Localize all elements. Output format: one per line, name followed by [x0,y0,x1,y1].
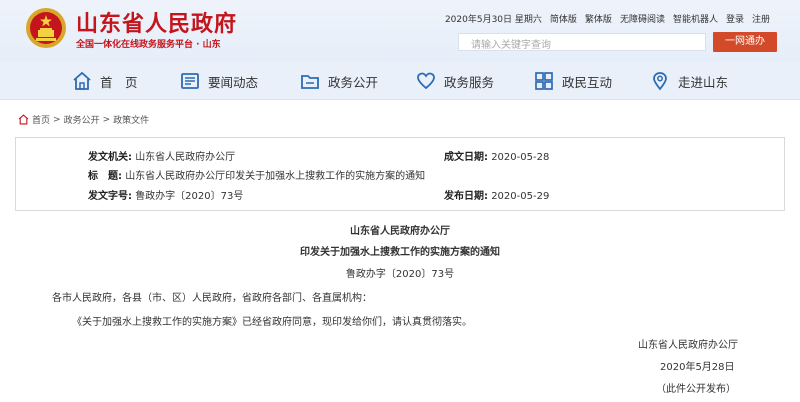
site-title[interactable]: 山东省人民政府 [76,6,237,38]
nav-label: 要闻动态 [208,74,259,90]
title-row: 标 题: 山东省人民政府办公厅印发关于加强水上搜救工作的实施方案的通知 [88,167,425,182]
doc-number: 鲁政办字〔2020〕73号 [345,269,455,280]
document-info-box: 发文机关: 山东省人民政府办公厅 成文日期: 2020-05-28 标 题: 山… [15,137,785,211]
doc-heading-issuer: 山东省人民政府办公厅 [350,226,450,237]
nav-label: 走进山东 [678,74,729,90]
doc-body-paragraph: 《关于加强水上搜救工作的实施方案》已经省政府同意，现印发给你们，请认真贯彻落实。 [72,317,472,328]
breadcrumb-separator: > [53,114,61,125]
nav-item-home[interactable]: 首 页 [72,62,138,100]
top-utility-bar: 2020年5月30日 星期六 简体版 繁体版 无障碍阅读 智能机器人 登录 注册 [445,12,770,25]
interaction-icon [535,72,553,90]
folder-icon [301,75,319,89]
nav-label: 首 页 [100,74,138,90]
date-row: 成文日期: 2020-05-28 [444,148,549,163]
title-value: 山东省人民政府办公厅印发关于加强水上搜救工作的实施方案的通知 [125,171,426,182]
doc-heading-title: 印发关于加强水上搜救工作的实施方案的通知 [300,247,500,258]
nav-item-news[interactable]: 要闻动态 [180,62,258,100]
doc-addressee: 各市人民政府，各县（市、区）人民政府，省政府各部门、各直属机构： [52,293,372,304]
issuer-row: 发文机关: 山东省人民政府办公厅 [88,148,235,163]
site-subtitle: 全国一体化在线政务服务平台 · 山东 [76,40,221,50]
breadcrumb-policy-docs[interactable]: 政策文件 [113,113,149,126]
nav-label: 政务服务 [444,74,495,90]
nav-item-about-shandong[interactable]: 走进山东 [650,62,728,100]
date-label: 成文日期: [444,152,488,163]
heart-icon [417,72,435,90]
home-icon [18,114,29,125]
publish-label: 发布日期: [444,191,488,202]
breadcrumb-home[interactable]: 首页 [32,113,50,126]
accessible-reading-link[interactable]: 无障碍阅读 [620,12,665,25]
robot-link[interactable]: 智能机器人 [673,12,718,25]
search-input[interactable]: 请输入关键字查询 [458,33,706,51]
docno-row: 发文字号: 鲁政办字〔2020〕73号 [88,187,243,202]
traditional-link[interactable]: 繁体版 [585,12,612,25]
register-link[interactable]: 注册 [752,12,770,25]
nav-item-interaction[interactable]: 政民互动 [534,62,612,100]
breadcrumb-separator: > [102,114,111,125]
publish-value: 2020-05-29 [491,191,550,202]
main-nav: 首 页 要闻动态 政务公开 政务服务 政民互动 走进山东 [0,62,800,100]
national-emblem-icon[interactable] [24,6,68,50]
login-link[interactable]: 登录 [726,12,744,25]
home-icon [73,71,91,90]
site-header: 山东省人民政府 全国一体化在线政务服务平台 · 山东 2020年5月30日 星期… [0,0,800,62]
breadcrumb-gov-affairs[interactable]: 政务公开 [64,113,100,126]
docno-label: 发文字号: [88,191,132,202]
nav-item-gov-affairs[interactable]: 政务公开 [300,62,378,100]
current-date: 2020年5月30日 星期六 [444,15,542,25]
issuer-value: 山东省人民政府办公厅 [135,152,236,163]
doc-sign-date: 2020年5月28日 [660,362,735,373]
breadcrumb: 首页 > 政务公开 > 政策文件 [18,113,149,126]
simplified-link[interactable]: 简体版 [550,12,577,25]
issuer-label: 发文机关: [88,152,132,163]
location-icon [653,72,667,91]
nav-label: 政民互动 [562,74,613,90]
doc-publish-note: （此件公开发布） [656,384,736,395]
news-icon [181,73,199,89]
date-value: 2020-05-28 [491,152,550,163]
publish-row: 发布日期: 2020-05-29 [444,187,549,202]
one-stop-service-button[interactable]: 一网通办 [713,32,777,52]
nav-label: 政务公开 [328,74,379,90]
nav-item-gov-service[interactable]: 政务服务 [416,62,494,100]
title-label: 标 题: [88,171,122,182]
doc-signature: 山东省人民政府办公厅 [638,340,738,351]
docno-value: 鲁政办字〔2020〕73号 [135,191,244,202]
